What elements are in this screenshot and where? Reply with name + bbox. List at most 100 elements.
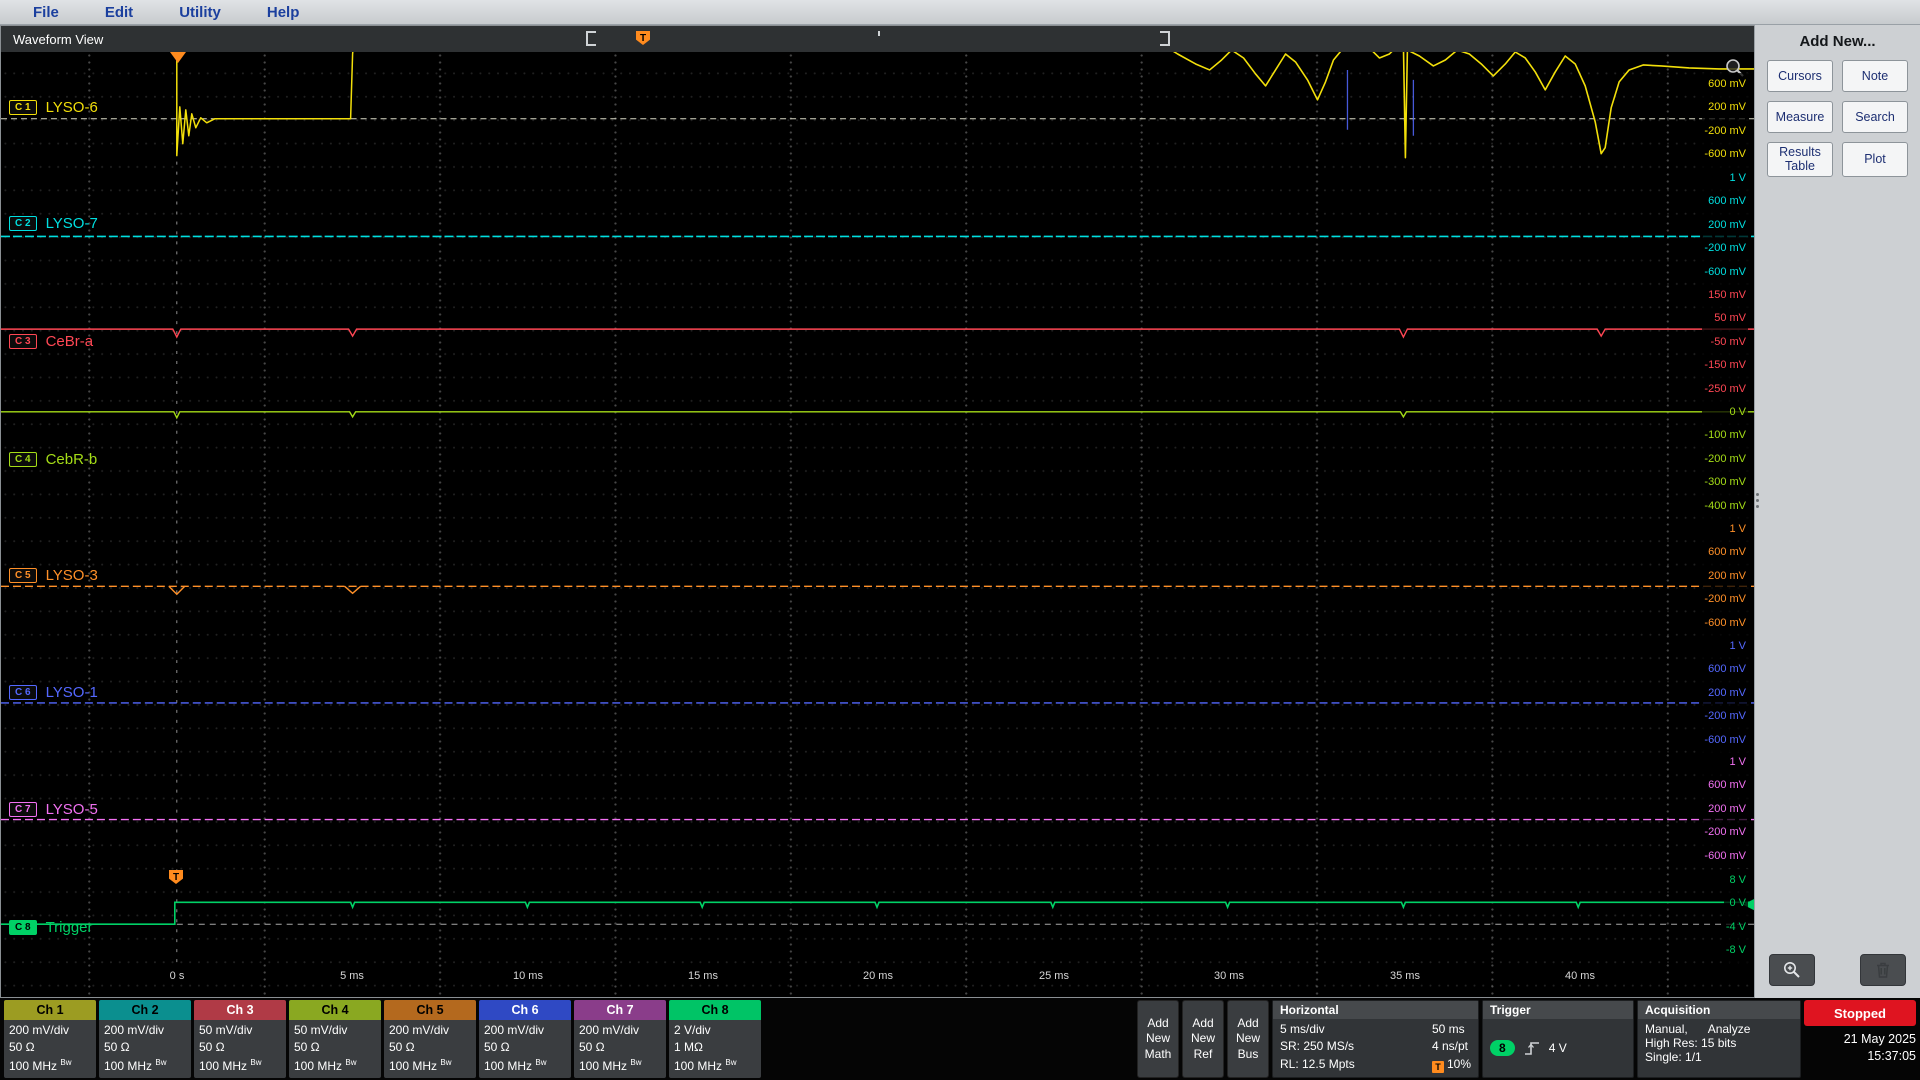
rising-edge-icon	[1524, 1041, 1539, 1055]
channel-box-header[interactable]: Ch 3	[194, 1000, 286, 1020]
zoom-navigator[interactable]: T	[586, 31, 1170, 46]
channel-badge[interactable]: C 3	[9, 333, 37, 349]
scale-label: 200 mV	[1702, 213, 1748, 238]
channel-impedance: 50 Ω	[104, 1040, 130, 1055]
channel-name: LYSO-5	[45, 800, 98, 818]
navigator-trigger-marker[interactable]: T	[636, 31, 650, 45]
channel-tag-c8[interactable]: C 8 Trigger	[9, 918, 93, 936]
time-axis: 0 s 5 ms 10 ms 15 ms 20 ms 25 ms 30 ms 3…	[1, 970, 1754, 986]
channel-box-settings: 200 mV/div 50 Ω 100 MHz Bw	[479, 1020, 571, 1078]
channel-box-ch7[interactable]: Ch 7 200 mV/div 50 Ω 100 MHz Bw	[574, 1000, 666, 1078]
channel-box-header[interactable]: Ch 5	[384, 1000, 476, 1020]
menu-file[interactable]: File	[14, 4, 78, 21]
scale-labels-c4: 0 V -100 mV -200 mV -300 mV -400 mV	[1702, 401, 1748, 519]
channel-bandwidth: 100 MHz Bw	[294, 1057, 357, 1073]
trigger-position-marker-icon[interactable]	[170, 52, 186, 63]
channel-impedance: 50 Ω	[484, 1040, 510, 1055]
cursors-button[interactable]: Cursors	[1767, 60, 1833, 92]
channel-box-ch1[interactable]: Ch 1 200 mV/div 50 Ω 100 MHz Bw	[4, 1000, 96, 1078]
channel-box-header[interactable]: Ch 8	[669, 1000, 761, 1020]
search-button[interactable]: Search	[1842, 101, 1908, 133]
channel-box-header[interactable]: Ch 1	[4, 1000, 96, 1020]
channel-scale: 200 mV/div	[389, 1023, 450, 1037]
time-tick-label: 35 ms	[1390, 970, 1420, 982]
navigator-right-bracket-icon[interactable]	[1160, 31, 1170, 46]
add-new-bus-button[interactable]: Add New Bus	[1227, 1000, 1269, 1078]
trash-icon	[1877, 962, 1889, 978]
sample-interval: 4 ns/pt	[1431, 1039, 1468, 1054]
scale-label: 600 mV	[1702, 658, 1748, 682]
channel-bandwidth: 100 MHz Bw	[104, 1057, 167, 1073]
scale-label: -8 V	[1723, 939, 1748, 963]
channel-badge[interactable]: C 6	[9, 684, 37, 700]
waveform-title-bar: Waveform View T	[1, 26, 1754, 52]
channel-box-ch3[interactable]: Ch 3 50 mV/div 50 Ω 100 MHz Bw	[194, 1000, 286, 1078]
channel-box-ch5[interactable]: Ch 5 200 mV/div 50 Ω 100 MHz Bw	[384, 1000, 476, 1078]
channel-tag-c2[interactable]: C 2 LYSO-7	[9, 214, 98, 232]
channel-badge[interactable]: C 1	[9, 99, 37, 115]
channel-bandwidth: 100 MHz Bw	[579, 1057, 642, 1073]
panel-resize-handle[interactable]	[1756, 493, 1759, 508]
scale-label: 600 mV	[1702, 774, 1748, 798]
measure-button[interactable]: Measure	[1767, 101, 1833, 133]
channel-badge[interactable]: C 5	[9, 567, 37, 583]
channel-badge[interactable]: C 7	[9, 801, 37, 817]
menu-help[interactable]: Help	[248, 4, 319, 21]
navigator-left-bracket-icon[interactable]	[586, 31, 596, 46]
acquisition-panel[interactable]: Acquisition Manual, Analyze High Res: 15…	[1637, 1000, 1801, 1078]
add-new-ref-button[interactable]: Add New Ref	[1182, 1000, 1224, 1078]
scale-label: 600 mV	[1702, 541, 1748, 565]
channel-tag-c7[interactable]: C 7 LYSO-5	[9, 800, 98, 818]
channel-name: LYSO-3	[45, 566, 98, 584]
channel-tag-c4[interactable]: C 4 CebR-b	[9, 450, 97, 468]
record-length: RL: 12.5 Mpts	[1280, 1056, 1355, 1071]
channel-box-ch2[interactable]: Ch 2 200 mV/div 50 Ω 100 MHz Bw	[99, 1000, 191, 1078]
channel-tag-c1[interactable]: C 1 LYSO-6	[9, 98, 98, 116]
scale-label: -4 V	[1723, 915, 1748, 940]
channel-box-header[interactable]: Ch 4	[289, 1000, 381, 1020]
channel-badge[interactable]: C 8	[9, 919, 37, 935]
channel-box-ch4[interactable]: Ch 4 50 mV/div 50 Ω 100 MHz Bw	[289, 1000, 381, 1078]
waveform-plot[interactable]: T C 1 LYSO-6 C 2 LYSO-7 C 3 CeBr-a	[1, 52, 1754, 997]
scale-label: -600 mV	[1702, 728, 1748, 753]
channel-box-header[interactable]: Ch 6	[479, 1000, 571, 1020]
trace-c5-glitches	[168, 585, 362, 596]
channel-box-ch8[interactable]: Ch 8 2 V/div 1 MΩ 100 MHz Bw	[669, 1000, 761, 1078]
sample-rate: SR: 250 MS/s	[1280, 1039, 1355, 1054]
channel-scale: 200 mV/div	[579, 1023, 640, 1037]
date-label: 21 May 2025	[1843, 1032, 1916, 1046]
scale-label: -200 mV	[1702, 821, 1748, 845]
scale-label: -50 mV	[1702, 330, 1748, 355]
channel-box-settings: 200 mV/div 50 Ω 100 MHz Bw	[4, 1020, 96, 1078]
menu-edit[interactable]: Edit	[86, 4, 152, 21]
time-tick-label: 0 s	[169, 970, 185, 982]
channel-box-header[interactable]: Ch 2	[99, 1000, 191, 1020]
sidebar-title: Add New...	[1799, 33, 1876, 50]
channel-badge[interactable]: C 4	[9, 451, 37, 467]
channel-box-header[interactable]: Ch 7	[574, 1000, 666, 1020]
menu-utility[interactable]: Utility	[160, 4, 240, 21]
add-new-math-button[interactable]: Add New Math	[1137, 1000, 1179, 1078]
scale-label: -200 mV	[1702, 705, 1748, 729]
horizontal-panel-body: 5 ms/div 50 ms SR: 250 MS/s 4 ns/pt RL: …	[1273, 1019, 1478, 1077]
scale-label: 200 mV	[1702, 96, 1748, 120]
channel-badge[interactable]: C 2	[9, 215, 37, 231]
channel-tag-c6[interactable]: C 6 LYSO-1	[9, 683, 98, 701]
delete-button[interactable]	[1860, 954, 1906, 986]
run-stop-button[interactable]: Stopped	[1804, 1000, 1916, 1026]
zoom-mode-button[interactable]	[1769, 954, 1815, 986]
plot-button[interactable]: Plot	[1842, 142, 1908, 177]
horizontal-panel[interactable]: Horizontal 5 ms/div 50 ms SR: 250 MS/s 4…	[1272, 1000, 1479, 1078]
channel-box-settings: 200 mV/div 50 Ω 100 MHz Bw	[574, 1020, 666, 1078]
acquisition-detail: High Res: 15 bits	[1645, 1036, 1737, 1050]
trigger-panel[interactable]: Trigger 8 4 V	[1482, 1000, 1634, 1078]
channel-scale: 200 mV/div	[484, 1023, 545, 1037]
menu-bar: File Edit Utility Help	[0, 0, 1920, 25]
channel-scale: 50 mV/div	[294, 1023, 348, 1037]
note-button[interactable]: Note	[1842, 60, 1908, 92]
channel-tag-c5[interactable]: C 5 LYSO-3	[9, 566, 98, 584]
channel-tag-c3[interactable]: C 3 CeBr-a	[9, 332, 93, 350]
trigger-panel-title: Trigger	[1483, 1001, 1633, 1019]
channel-box-ch6[interactable]: Ch 6 200 mV/div 50 Ω 100 MHz Bw	[479, 1000, 571, 1078]
results-table-button[interactable]: Results Table	[1767, 142, 1833, 177]
